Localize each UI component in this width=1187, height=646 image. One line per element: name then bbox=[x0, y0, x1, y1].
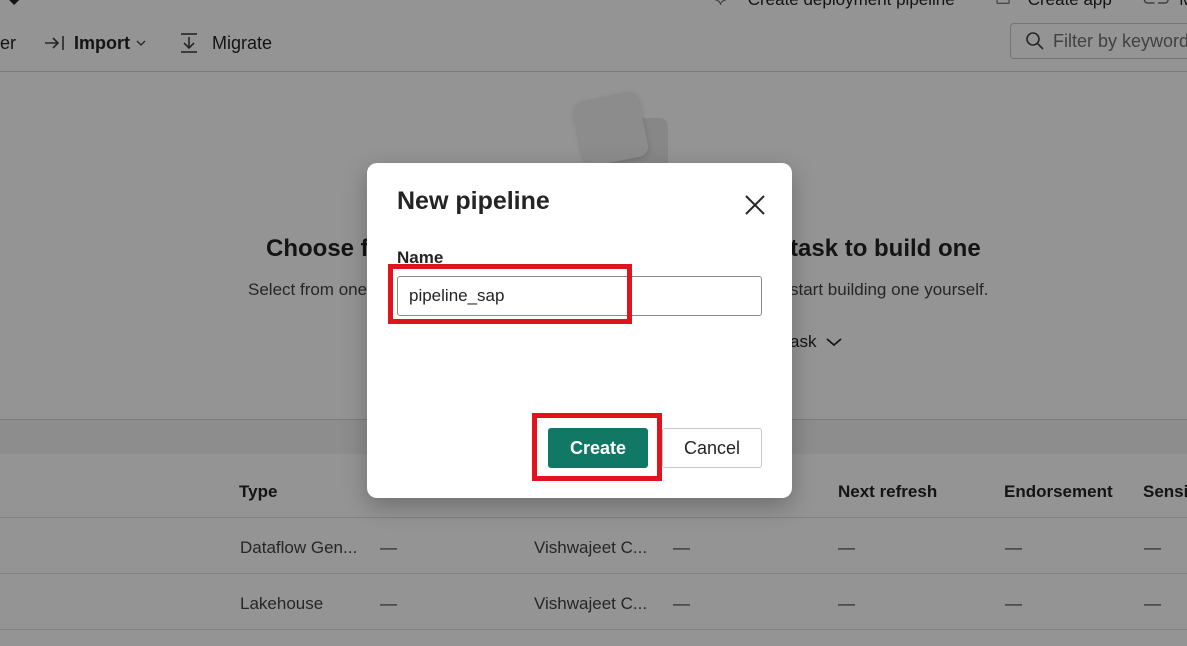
pipeline-name-input[interactable] bbox=[397, 276, 762, 316]
dialog-title: New pipeline bbox=[397, 187, 550, 215]
create-button[interactable]: Create bbox=[548, 428, 648, 468]
new-pipeline-dialog: New pipeline Name Create Cancel bbox=[367, 163, 792, 498]
close-icon[interactable] bbox=[743, 193, 767, 217]
cancel-button[interactable]: Cancel bbox=[662, 428, 762, 468]
name-label: Name bbox=[397, 248, 444, 267]
